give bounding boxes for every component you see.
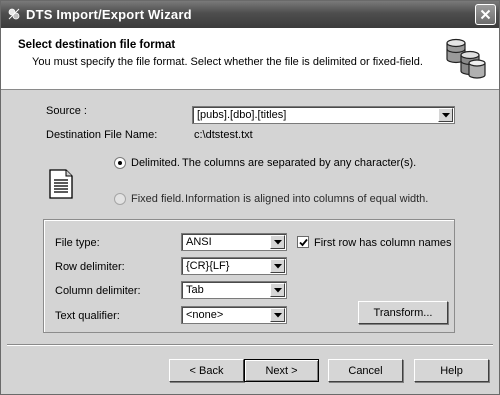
wizard-app-icon bbox=[6, 6, 22, 22]
help-button[interactable]: Help bbox=[414, 359, 489, 382]
window-title: DTS Import/Export Wizard bbox=[26, 7, 192, 22]
file-type-select[interactable]: ANSI bbox=[181, 233, 287, 251]
dropdown-arrow-icon[interactable] bbox=[270, 259, 285, 273]
column-delimiter-label: Column delimiter: bbox=[55, 285, 141, 297]
database-icon bbox=[441, 33, 489, 81]
dropdown-arrow-icon[interactable] bbox=[270, 308, 285, 322]
document-icon bbox=[49, 169, 73, 199]
source-value: [pubs].[dbo].[titles] bbox=[197, 109, 287, 121]
next-button[interactable]: Next > bbox=[244, 359, 319, 382]
file-type-value: ANSI bbox=[186, 236, 212, 248]
page-subtitle: You must specify the file format. Select… bbox=[32, 56, 423, 68]
first-row-checkbox[interactable] bbox=[297, 236, 309, 248]
destination-value: c:\dtstest.txt bbox=[194, 129, 253, 141]
transform-button[interactable]: Transform... bbox=[358, 301, 448, 324]
source-select[interactable]: [pubs].[dbo].[titles] bbox=[192, 106, 455, 124]
radio-dot-icon bbox=[118, 161, 122, 165]
dropdown-arrow-icon[interactable] bbox=[270, 235, 285, 249]
title-bar[interactable]: DTS Import/Export Wizard bbox=[1, 1, 499, 28]
fixed-field-description: Information is aligned into columns of e… bbox=[185, 193, 429, 205]
back-button[interactable]: < Back bbox=[169, 359, 244, 382]
row-delimiter-select[interactable]: {CR}{LF} bbox=[181, 257, 287, 275]
dropdown-arrow-icon[interactable] bbox=[270, 283, 285, 297]
fixed-field-label[interactable]: Fixed field. bbox=[131, 193, 184, 205]
column-delimiter-value: Tab bbox=[186, 284, 204, 296]
fixed-field-radio[interactable] bbox=[114, 193, 126, 205]
source-label: Source : bbox=[46, 105, 87, 117]
text-qualifier-value: <none> bbox=[186, 309, 224, 321]
text-qualifier-label: Text qualifier: bbox=[55, 310, 120, 322]
close-button[interactable] bbox=[475, 4, 496, 25]
cancel-button[interactable]: Cancel bbox=[328, 359, 403, 382]
close-icon bbox=[480, 9, 491, 20]
delimited-description: The columns are separated by any charact… bbox=[182, 157, 417, 169]
dropdown-arrow-icon[interactable] bbox=[438, 108, 453, 122]
file-type-label: File type: bbox=[55, 237, 100, 249]
destination-label: Destination File Name: bbox=[46, 129, 158, 141]
delimited-label[interactable]: Delimited. bbox=[131, 157, 180, 169]
first-row-label[interactable]: First row has column names bbox=[314, 237, 452, 249]
column-delimiter-select[interactable]: Tab bbox=[181, 281, 287, 299]
row-delimiter-value: {CR}{LF} bbox=[186, 260, 230, 272]
delimited-radio[interactable] bbox=[114, 157, 126, 169]
wizard-window: DTS Import/Export Wizard Select destinat… bbox=[0, 0, 500, 395]
footer-divider bbox=[7, 344, 493, 346]
checkmark-icon bbox=[298, 238, 308, 246]
header-panel: Select destination file format You must … bbox=[1, 28, 499, 90]
text-qualifier-select[interactable]: <none> bbox=[181, 306, 287, 324]
page-title: Select destination file format bbox=[18, 39, 176, 51]
row-delimiter-label: Row delimiter: bbox=[55, 261, 125, 273]
